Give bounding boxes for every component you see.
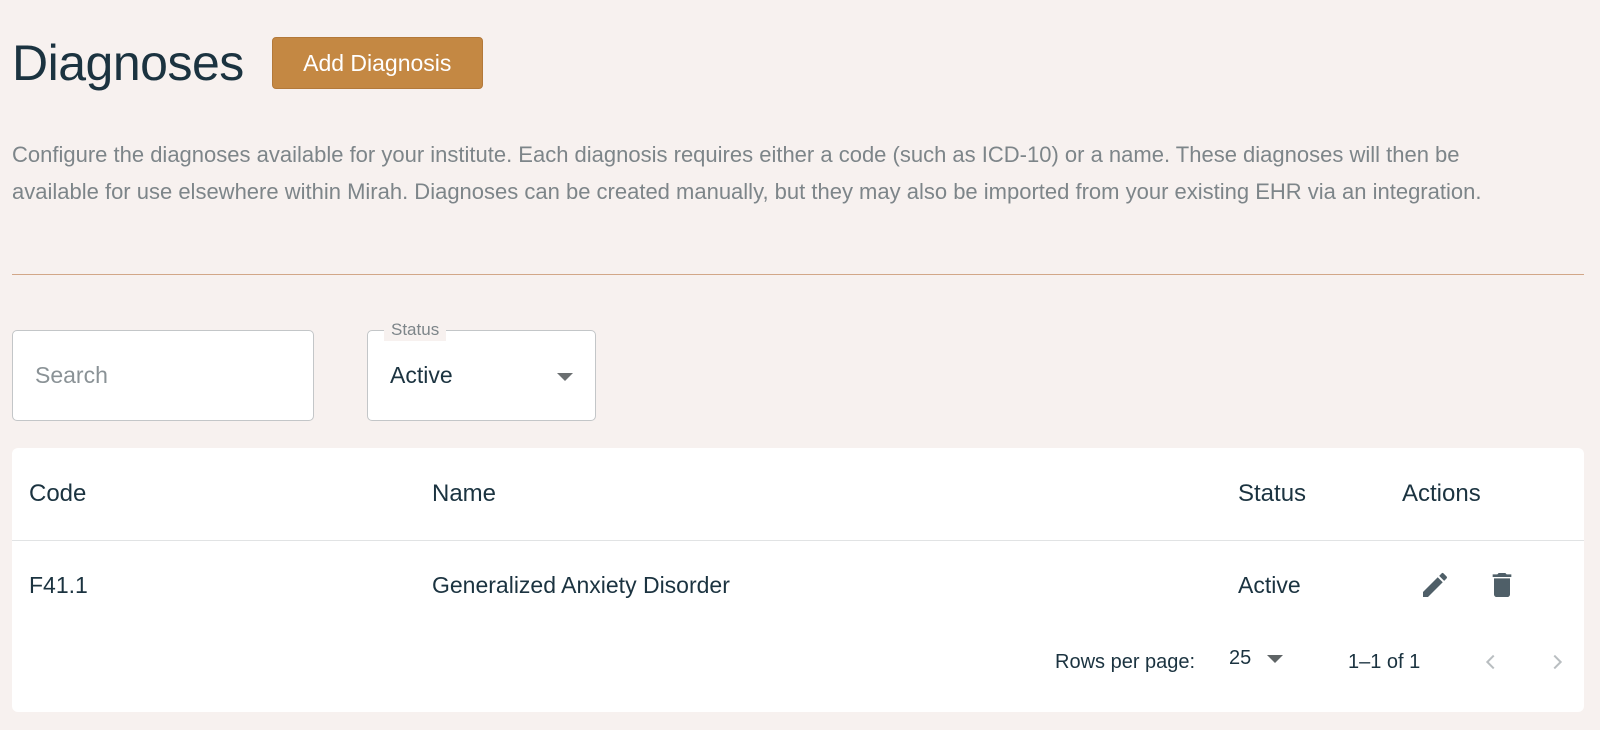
edit-button[interactable] [1418,566,1452,604]
chevron-left-icon [1485,654,1495,670]
chevron-right-icon [1553,654,1563,670]
cell-name: Generalized Anxiety Disorder [432,571,730,598]
diagnoses-page: Diagnoses Add Diagnosis Configure the di… [0,0,1600,730]
status-select-label: Status [384,319,447,341]
delete-icon [1492,573,1512,597]
next-page-button[interactable] [1542,645,1572,679]
page-description: Configure the diagnoses available for yo… [12,142,1482,204]
pagination-range: 1–1 of 1 [1348,651,1421,673]
delete-button[interactable] [1485,566,1519,604]
column-header-status[interactable]: Status [1238,448,1306,540]
column-header-code[interactable]: Code [29,448,86,540]
page-header: Diagnoses Add Diagnosis [12,30,483,96]
column-header-actions: Actions [1402,480,1481,507]
rows-per-page-value: 25 [1229,647,1252,669]
add-diagnosis-button[interactable]: Add Diagnosis [271,37,483,89]
status-select[interactable]: Status Active [367,319,596,421]
table-pagination: Rows per page: 25 1–1 of 1 [12,629,1584,699]
search-input[interactable] [13,331,313,420]
status-select-value: Active [390,362,453,388]
search-field[interactable] [12,330,314,421]
table-header-row: Code Name Status Actions [12,448,1584,541]
table-row: F41.1 Generalized Anxiety Disorder Activ… [12,541,1584,629]
column-header-name[interactable]: Name [432,448,496,540]
section-divider [12,274,1584,275]
page-title: Diagnoses [12,35,244,91]
row-actions [1402,541,1519,629]
chevron-down-icon [1267,654,1284,663]
rows-per-page-label: Rows per page: [1055,651,1196,673]
previous-page-button[interactable] [1476,645,1506,679]
diagnoses-table: Code Name Status Actions F41.1 Generaliz… [12,448,1584,712]
chevron-down-icon [557,373,573,381]
edit-icon [1423,572,1448,597]
cell-code: F41.1 [29,571,88,598]
rows-per-page-select[interactable]: 25 [1229,647,1284,670]
cell-status: Active [1238,571,1301,598]
